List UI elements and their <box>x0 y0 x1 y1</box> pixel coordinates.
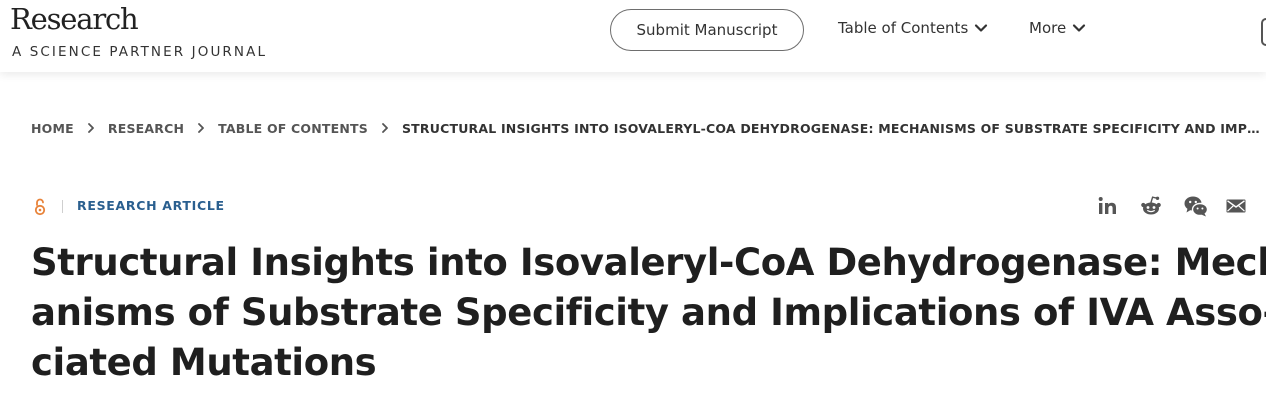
chevron-right-icon <box>382 123 388 133</box>
logo-tagline: A SCIENCE PARTNER JOURNAL <box>12 44 268 60</box>
breadcrumb: HOME RESEARCH TABLE OF CONTENTS STRUCTUR… <box>31 119 1261 137</box>
search-button-partial[interactable] <box>1261 18 1266 46</box>
nav-table-of-contents-label: Table of Contents <box>838 19 969 37</box>
nav-table-of-contents[interactable]: Table of Contents <box>838 19 988 37</box>
breadcrumb-home[interactable]: HOME <box>31 121 74 136</box>
wechat-icon[interactable] <box>1183 194 1209 218</box>
logo-wordmark: Research <box>10 2 139 36</box>
reddit-icon[interactable] <box>1139 194 1163 218</box>
article-type-label: RESEARCH ARTICLE <box>77 198 225 213</box>
nav-more[interactable]: More <box>1029 19 1086 37</box>
article-title: Structural Insights into Isovaleryl-CoA … <box>31 238 1266 388</box>
article-title-line-1: Structural Insights into Isovaleryl-CoA … <box>31 241 1266 284</box>
nav-more-label: More <box>1029 19 1067 37</box>
chevron-right-icon <box>198 123 205 133</box>
article-title-line-2: anisms of Substrate Specificity and Impl… <box>31 291 1266 334</box>
breadcrumb-current: STRUCTURAL INSIGHTS INTO ISOVALERYL-COA … <box>401 120 1261 136</box>
breadcrumb-research[interactable]: RESEARCH <box>108 121 184 136</box>
email-icon[interactable] <box>1224 194 1248 218</box>
linkedin-icon[interactable] <box>1096 194 1120 218</box>
chevron-down-icon <box>1073 24 1086 32</box>
chevron-right-icon <box>87 123 94 133</box>
submit-manuscript-button[interactable]: Submit Manuscript <box>610 9 804 51</box>
type-divider <box>62 200 63 213</box>
open-access-icon <box>34 198 46 216</box>
site-header: Research A SCIENCE PARTNER JOURNAL Submi… <box>0 0 1266 72</box>
chevron-down-icon <box>975 24 988 32</box>
breadcrumb-table-of-contents[interactable]: TABLE OF CONTENTS <box>218 121 368 136</box>
article-title-line-3: ciated Mutations <box>31 341 377 384</box>
